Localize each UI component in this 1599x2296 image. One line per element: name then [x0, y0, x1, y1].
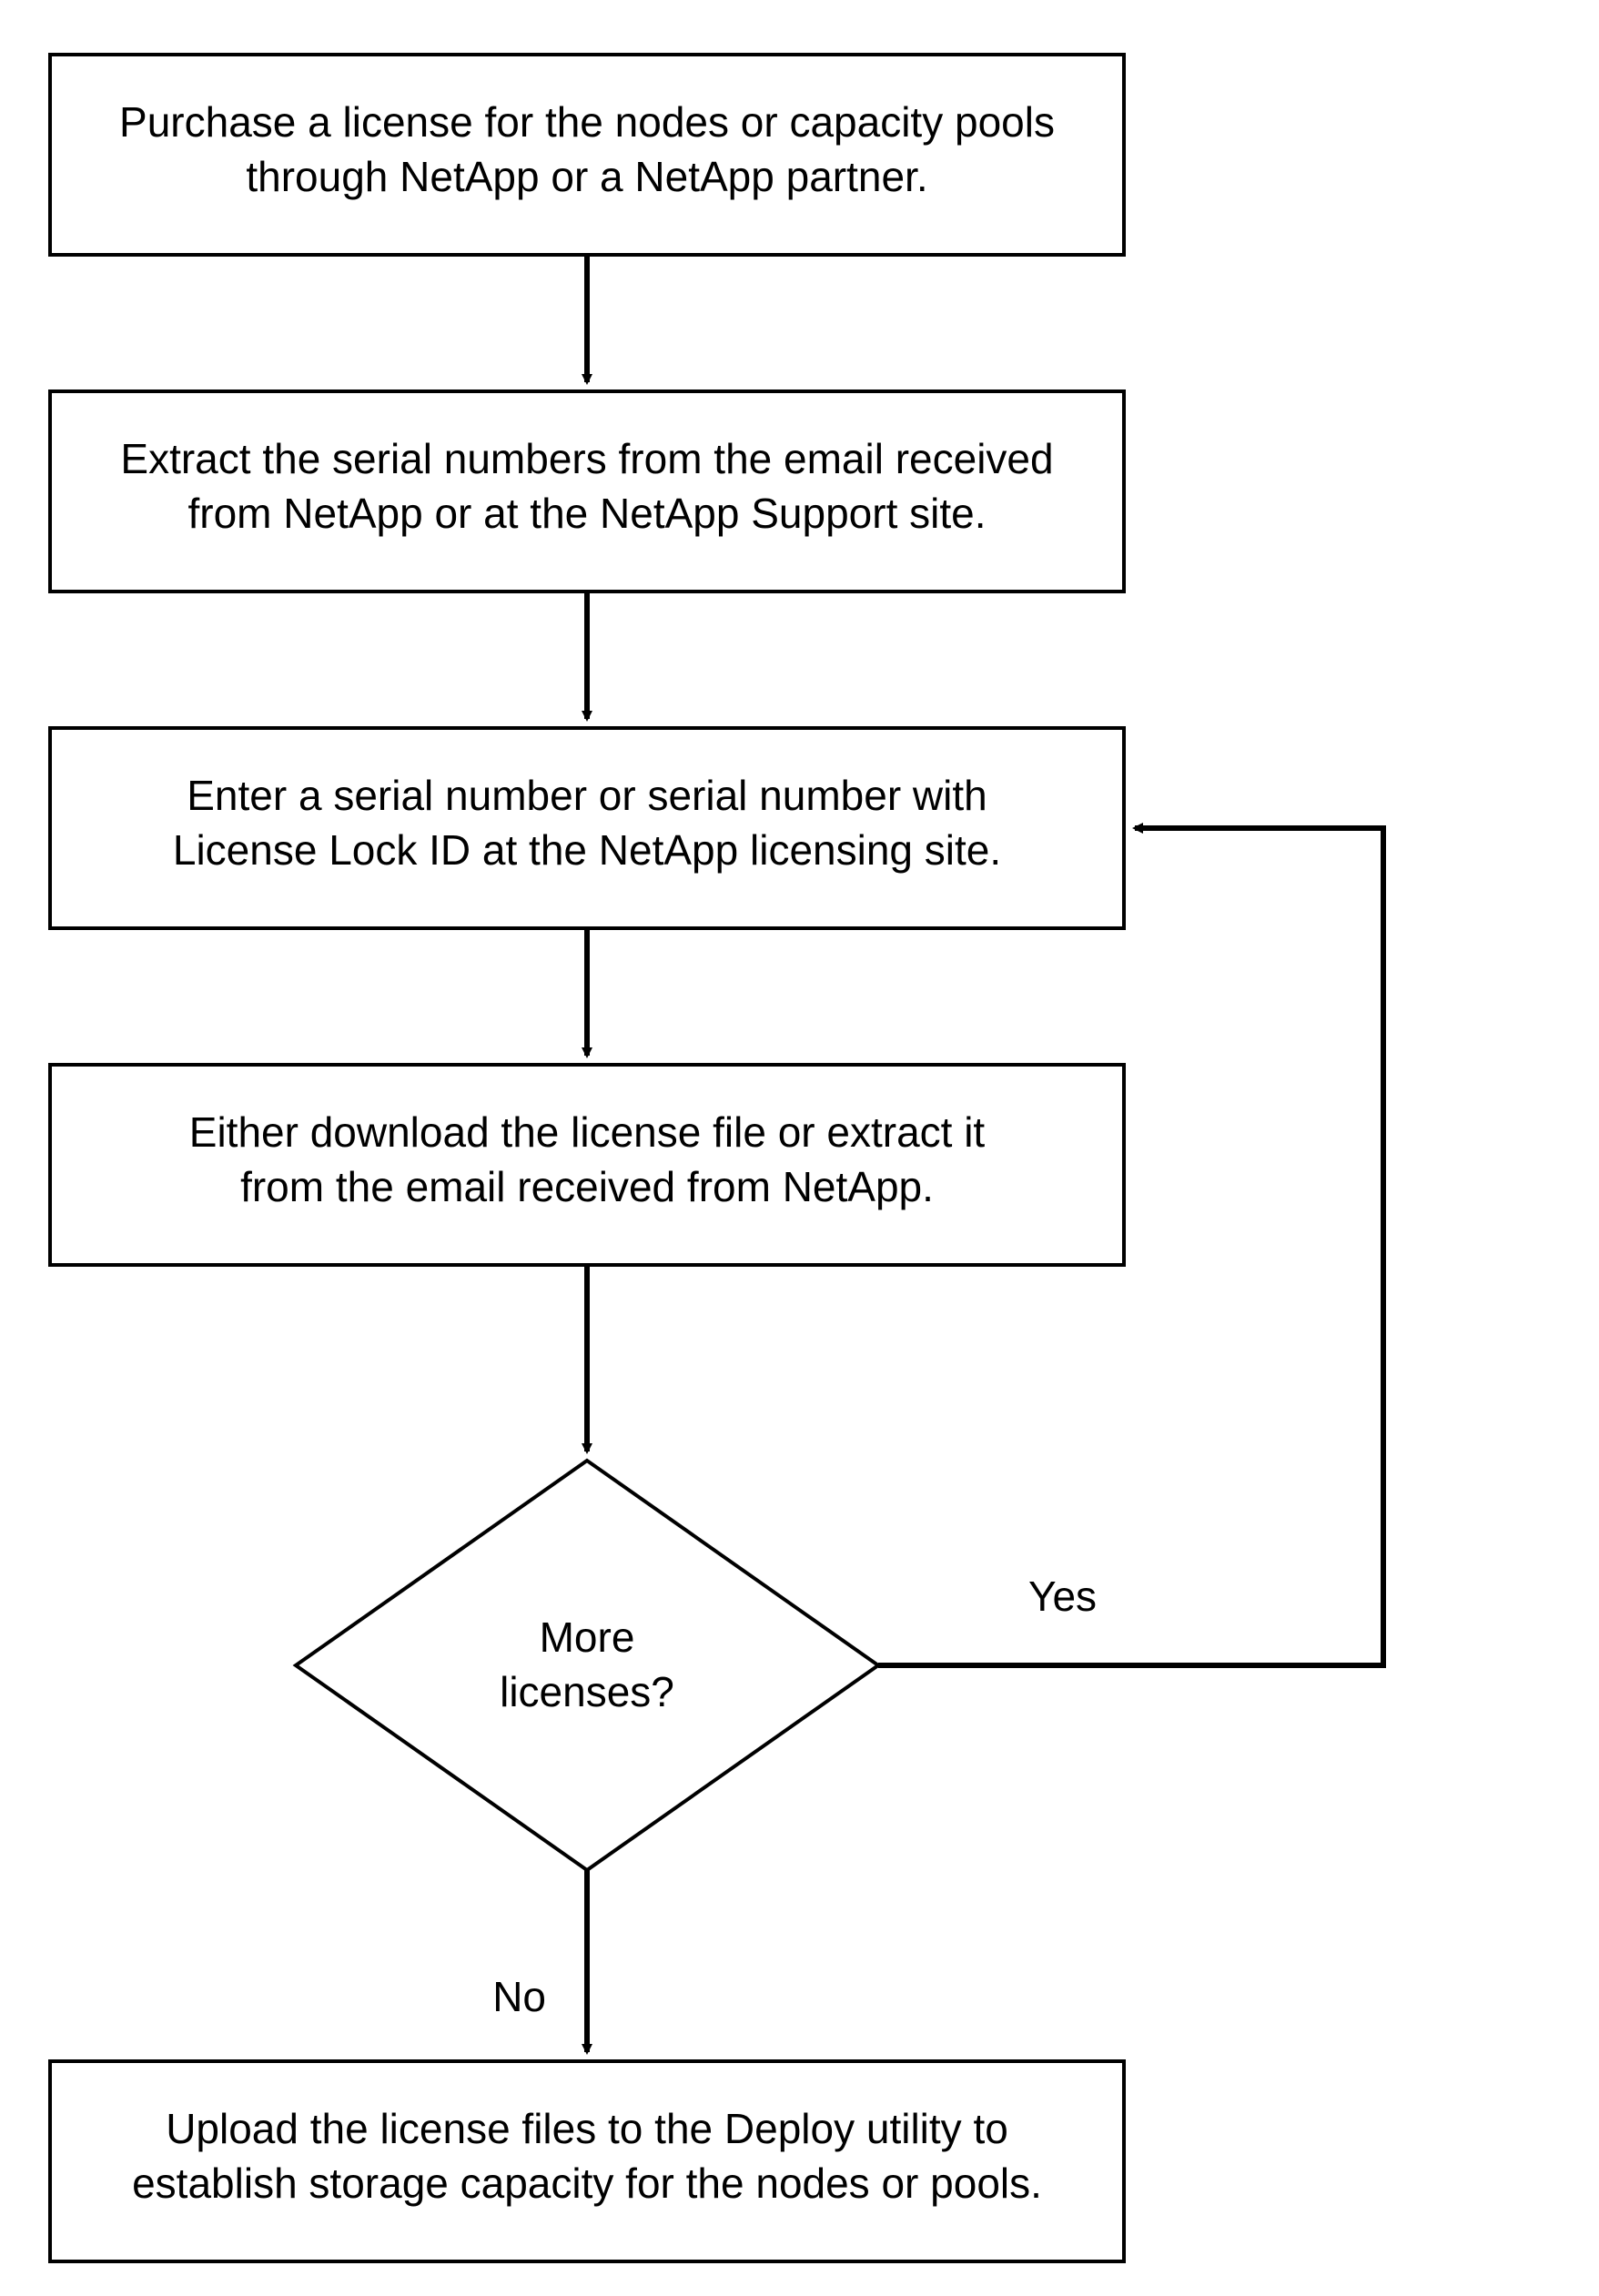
decision-more-licenses: More licenses?	[296, 1461, 878, 1870]
step2-line1: Extract the serial numbers from the emai…	[120, 435, 1053, 482]
step-extract-serial-numbers: Extract the serial numbers from the emai…	[50, 391, 1124, 592]
step5-line2: establish storage capacity for the nodes…	[132, 2159, 1042, 2207]
decision-line2: licenses?	[500, 1668, 674, 1715]
step-enter-serial-number: Enter a serial number or serial number w…	[50, 728, 1124, 928]
decision-yes-label: Yes	[1028, 1573, 1097, 1620]
step4-line1: Either download the license file or extr…	[189, 1108, 986, 1156]
arrow-decision-no-to-step5: No	[492, 1870, 587, 2052]
flowchart: Purchase a license for the nodes or capa…	[0, 0, 1599, 2296]
step4-line2: from the email received from NetApp.	[240, 1163, 934, 1210]
step-download-license-file: Either download the license file or extr…	[50, 1065, 1124, 1265]
step3-line1: Enter a serial number or serial number w…	[187, 772, 987, 819]
step-upload-license-files: Upload the license files to the Deploy u…	[50, 2061, 1124, 2261]
decision-no-label: No	[492, 1973, 546, 2020]
step5-line1: Upload the license files to the Deploy u…	[166, 2105, 1008, 2152]
step2-line2: from NetApp or at the NetApp Support sit…	[187, 490, 986, 537]
step1-line2: through NetApp or a NetApp partner.	[246, 153, 927, 200]
step-purchase-license: Purchase a license for the nodes or capa…	[50, 55, 1124, 255]
step3-line2: License Lock ID at the NetApp licensing …	[173, 826, 1001, 874]
step1-line1: Purchase a license for the nodes or capa…	[119, 98, 1055, 146]
decision-line1: More	[540, 1613, 635, 1661]
